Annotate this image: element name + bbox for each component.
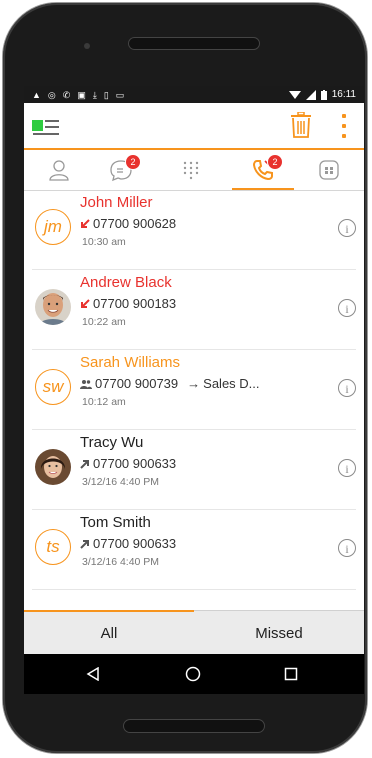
menu-icon[interactable] xyxy=(32,117,60,139)
filter-missed-tab[interactable]: Missed xyxy=(194,611,364,655)
filter-all-tab[interactable]: All xyxy=(24,610,194,655)
tab-voicemail[interactable] xyxy=(314,156,344,184)
avatar: sw xyxy=(35,369,71,405)
dialpad-icon xyxy=(183,161,199,180)
status-bar: ▲ ◎ ✆ ▣ ⤓ ▯ ▭ 16:11 xyxy=(24,86,364,103)
wifi-icon xyxy=(288,90,301,99)
avatar: jm xyxy=(35,209,71,245)
app-bar xyxy=(24,103,364,150)
call-time: 3/12/16 4:40 PM xyxy=(82,476,160,488)
warning-icon: ▲ xyxy=(32,89,41,100)
call-row-john-miller[interactable]: jm John Miller 07700 900628 10:30 am i xyxy=(32,190,356,270)
download-icon: ⤓ xyxy=(92,89,97,100)
info-icon[interactable]: i xyxy=(338,219,356,237)
info-icon[interactable]: i xyxy=(338,379,356,397)
phone-notif-icon: ✆ xyxy=(62,89,71,100)
info-icon[interactable]: i xyxy=(338,539,356,557)
call-row-tom-smith[interactable]: ts Tom Smith 07700 900633 3/12/16 4:40 P… xyxy=(32,510,356,590)
phone-number: 07700 900628 xyxy=(93,216,177,231)
recents-icon[interactable] xyxy=(280,664,302,684)
phone-number: 07700 900633 xyxy=(93,536,177,551)
calls-badge: 2 xyxy=(267,154,283,170)
tab-messages[interactable]: 2 xyxy=(106,154,141,184)
more-vert-icon[interactable] xyxy=(338,114,350,138)
briefcase-icon: ▭ xyxy=(115,89,125,100)
phone-number: 07700 900633 xyxy=(93,456,177,471)
tab-bar: 2 2 xyxy=(24,150,364,191)
status-time: 16:11 xyxy=(331,89,356,100)
info-icon[interactable]: i xyxy=(338,299,356,317)
app-screen: ▲ ◎ ✆ ▣ ⤓ ▯ ▭ 16:11 2 2 jm John Miller 0… xyxy=(24,86,364,694)
messages-badge: 2 xyxy=(125,154,141,170)
sim-icon: ▯ xyxy=(103,89,109,100)
call-time: 10:22 am xyxy=(82,316,126,328)
trash-icon[interactable] xyxy=(290,111,312,138)
contact-name: Tom Smith xyxy=(80,514,151,531)
missed-call-icon xyxy=(81,218,90,228)
voicemail-notif-icon: ◎ xyxy=(47,89,56,100)
call-row-andrew-black[interactable]: Andrew Black 07700 900183 10:22 am i xyxy=(32,270,356,350)
phone-number: 07700 900739 xyxy=(95,376,179,391)
contact-name: Sarah Williams xyxy=(80,354,181,371)
earpiece-speaker xyxy=(128,37,260,50)
contact-name: Andrew Black xyxy=(80,274,172,291)
call-log-list: jm John Miller 07700 900628 10:30 am i A… xyxy=(24,190,364,590)
person-icon xyxy=(49,160,69,181)
notification-icons: ▲ ◎ ✆ ▣ ⤓ ▯ ▭ xyxy=(32,90,124,100)
voicemail-icon xyxy=(319,160,339,180)
avatar xyxy=(35,449,71,485)
bottom-speaker xyxy=(123,719,265,733)
avatar: ts xyxy=(35,529,71,565)
call-filter-bar: All Missed xyxy=(24,610,364,655)
outgoing-call-icon xyxy=(80,459,89,469)
call-time: 10:12 am xyxy=(82,396,126,408)
missed-call-icon xyxy=(81,298,90,308)
home-icon[interactable] xyxy=(182,664,204,684)
system-nav-bar xyxy=(24,654,364,694)
call-row-tracy-wu[interactable]: Tracy Wu 07700 900633 3/12/16 4:40 PM i xyxy=(32,430,356,510)
tab-dialpad[interactable] xyxy=(176,156,206,184)
redirect-arrow-icon: → xyxy=(187,376,201,391)
redirect-target: Sales D... xyxy=(203,376,260,391)
front-camera xyxy=(84,43,90,49)
group-call-icon xyxy=(80,379,92,389)
tab-calls[interactable]: 2 xyxy=(232,154,294,190)
contact-name: Tracy Wu xyxy=(80,434,144,451)
signal-icon xyxy=(305,89,316,100)
info-icon[interactable]: i xyxy=(338,459,356,477)
battery-icon xyxy=(320,89,327,100)
image-icon: ▣ xyxy=(77,89,86,100)
back-icon[interactable] xyxy=(82,664,104,684)
phone-number: 07700 900183 xyxy=(93,296,177,311)
call-time: 10:30 am xyxy=(82,236,126,248)
call-row-sarah-williams[interactable]: sw Sarah Williams 07700 900739 → Sales D… xyxy=(32,350,356,430)
tab-contacts[interactable] xyxy=(44,156,74,184)
call-time: 3/12/16 4:40 PM xyxy=(82,556,160,568)
contact-name: John Miller xyxy=(80,194,153,211)
avatar xyxy=(35,289,71,325)
outgoing-call-icon xyxy=(80,539,89,549)
